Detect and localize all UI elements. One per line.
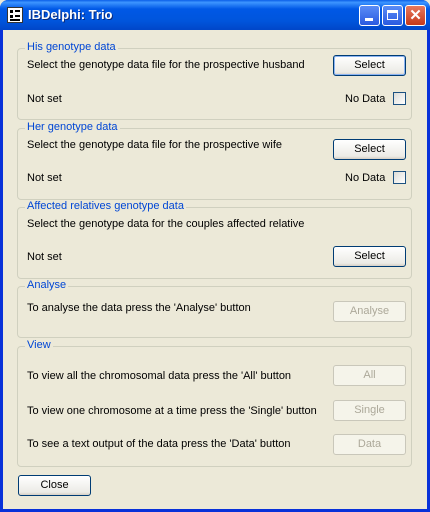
view-single-button[interactable]: Single: [333, 400, 406, 421]
analyse-legend: Analyse: [25, 279, 69, 291]
view-data-prompt: To see a text output of the data press t…: [27, 438, 291, 450]
close-button[interactable]: Close: [18, 475, 91, 496]
his-genotype-prompt: Select the genotype data file for the pr…: [27, 59, 305, 71]
app-icon[interactable]: [7, 7, 23, 23]
her-no-data-label[interactable]: No Data: [345, 172, 385, 184]
analyse-button[interactable]: Analyse: [333, 301, 406, 322]
close-window-button[interactable]: ✕: [405, 5, 426, 26]
title-bar[interactable]: IBDelphi: Trio ✕: [0, 0, 430, 30]
her-status-text: Not set: [27, 172, 62, 184]
his-genotype-legend: His genotype data: [25, 41, 118, 53]
her-no-data-checkbox[interactable]: [393, 171, 406, 184]
close-icon: ✕: [409, 7, 422, 24]
analyse-prompt: To analyse the data press the 'Analyse' …: [27, 302, 251, 314]
his-status-text: Not set: [27, 93, 62, 105]
minimize-icon: [365, 18, 373, 21]
maximize-button[interactable]: [382, 5, 403, 26]
his-no-data-checkbox[interactable]: [393, 92, 406, 105]
his-no-data-label[interactable]: No Data: [345, 93, 385, 105]
her-select-button[interactable]: Select: [333, 139, 406, 160]
his-select-button[interactable]: Select: [333, 55, 406, 76]
view-data-button[interactable]: Data: [333, 434, 406, 455]
affected-genotype-prompt: Select the genotype data for the couples…: [27, 218, 305, 230]
her-genotype-legend: Her genotype data: [25, 121, 120, 133]
affected-genotype-legend: Affected relatives genotype data: [25, 200, 186, 212]
view-single-prompt: To view one chromosome at a time press t…: [27, 405, 317, 417]
view-all-prompt: To view all the chromosomal data press t…: [27, 370, 292, 382]
minimize-button[interactable]: [359, 5, 380, 26]
her-genotype-prompt: Select the genotype data file for the pr…: [27, 139, 282, 151]
view-legend: View: [25, 339, 53, 351]
maximize-icon: [387, 10, 398, 20]
view-all-button[interactable]: All: [333, 365, 406, 386]
affected-select-button[interactable]: Select: [333, 246, 406, 267]
window-title: IBDelphi: Trio: [28, 7, 113, 22]
affected-status-text: Not set: [27, 251, 62, 263]
